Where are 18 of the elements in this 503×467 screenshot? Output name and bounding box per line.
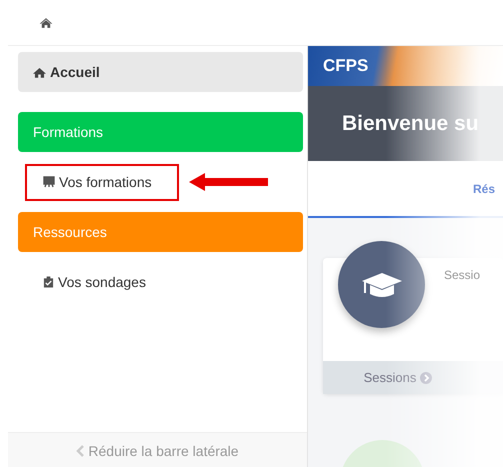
card-title: Sessio: [444, 268, 482, 282]
chevron-right-icon: [420, 372, 432, 384]
welcome-title: Bienvenue su: [342, 112, 479, 136]
sidebar-item[interactable]: Vos sondages: [25, 264, 173, 300]
arrow-icon: [188, 172, 269, 192]
tab[interactable]: Rés: [473, 182, 496, 196]
collapse-sidebar-button[interactable]: Réduire la barre latérale: [8, 432, 307, 467]
brand-logo: CFPS: [323, 56, 368, 76]
sidebar-section[interactable]: Ressources: [18, 212, 303, 252]
sidebar-item[interactable]: Vos formations: [25, 164, 179, 200]
chevron-left-icon: [76, 444, 84, 456]
easel-icon: [43, 176, 55, 188]
clipboard-check-icon: [43, 276, 54, 288]
sessions-link[interactable]: Sessions: [323, 361, 503, 394]
home-icon: [33, 66, 46, 78]
sidebar-item[interactable]: Accueil: [18, 52, 303, 92]
home-icon[interactable]: [39, 16, 53, 28]
sidebar-section[interactable]: Formations: [18, 112, 303, 152]
